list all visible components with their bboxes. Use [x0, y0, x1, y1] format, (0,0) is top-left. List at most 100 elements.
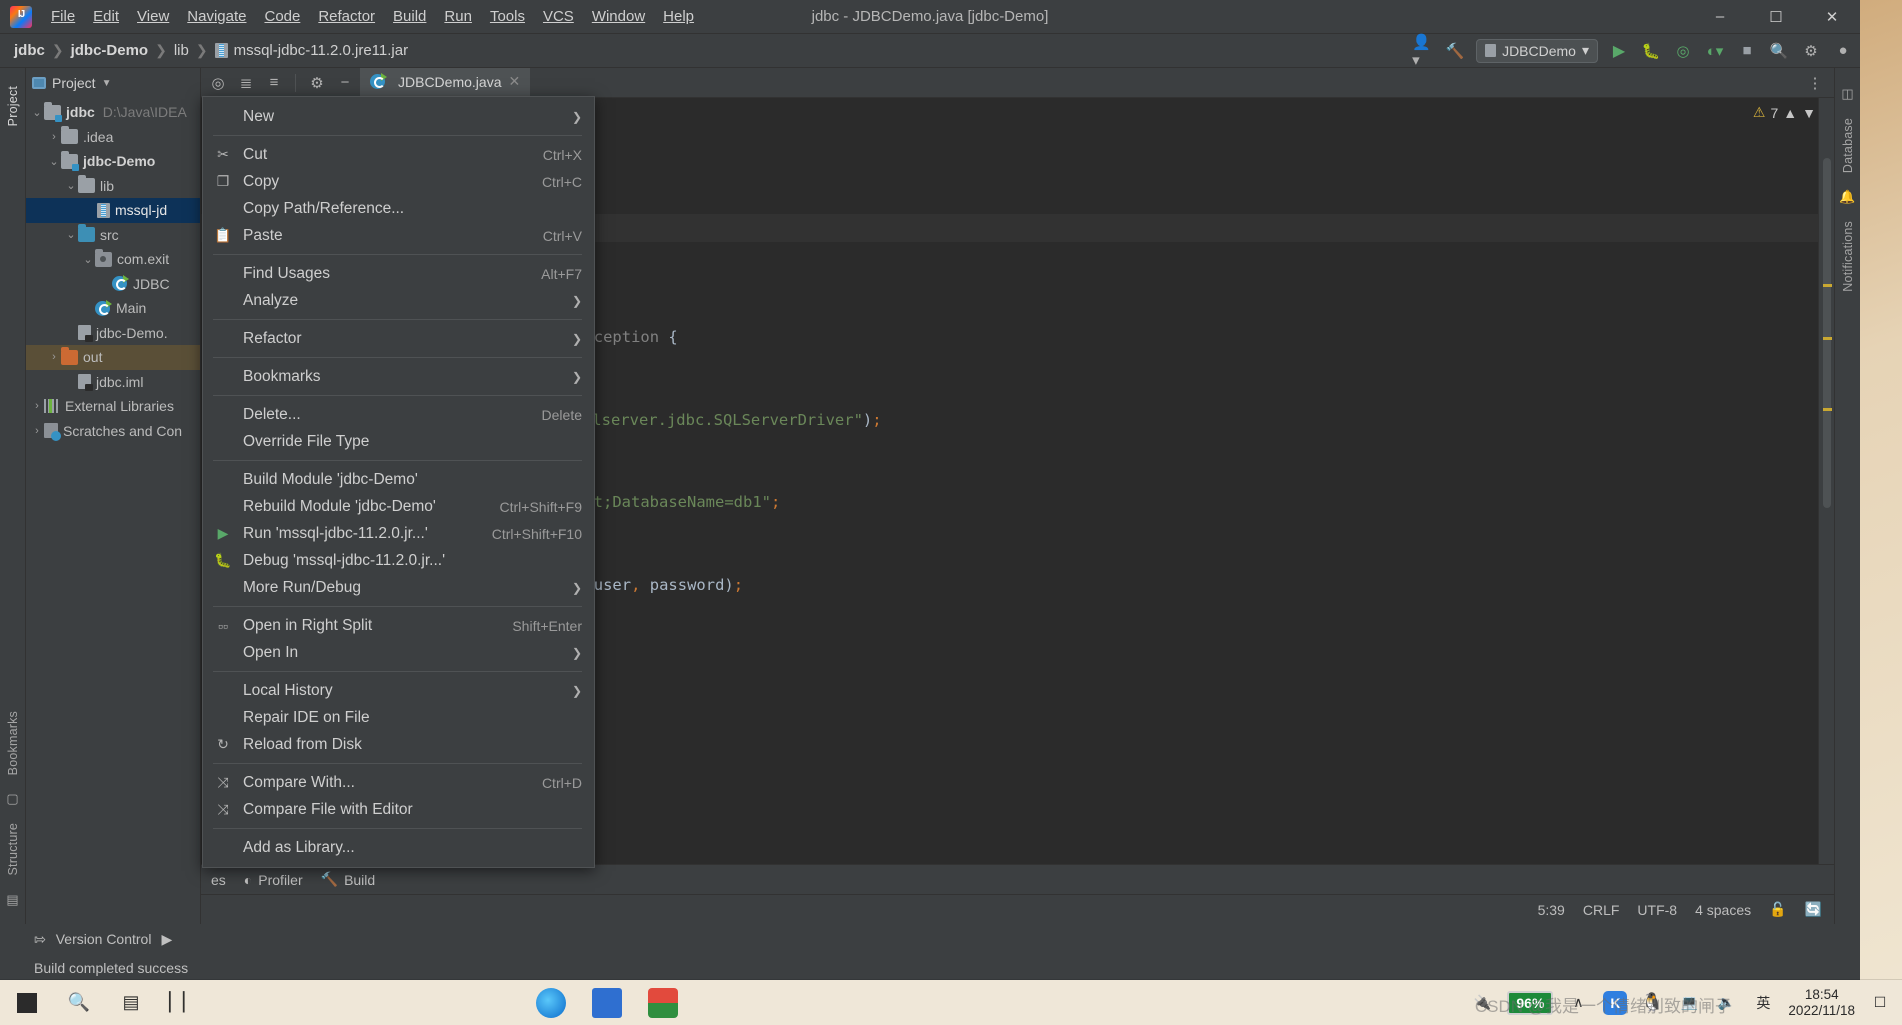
tree-item-external-libraries[interactable]: ›External Libraries [26, 394, 200, 419]
menu-refactor[interactable]: Refactor [309, 4, 384, 29]
notification-icon[interactable]: ☐ [1868, 991, 1892, 1015]
menu-item-repair-ide-on-file[interactable]: Repair IDE on File [203, 704, 594, 731]
collapse-all-icon[interactable]: ≡ [261, 70, 287, 96]
tool-tab-notifications[interactable]: Notifications [1838, 213, 1858, 300]
tree-expand-arrow[interactable]: › [47, 131, 61, 143]
tree-item-lib[interactable]: ⌄lib [26, 174, 200, 199]
warning-mark[interactable] [1823, 284, 1832, 287]
menu-help[interactable]: Help [654, 4, 703, 29]
inspection-gutter[interactable] [1818, 98, 1834, 864]
menu-item-open-in-right-split[interactable]: ▫▫Open in Right SplitShift+Enter [203, 612, 594, 639]
tree-expand-arrow[interactable]: › [30, 425, 44, 437]
more-options-icon[interactable]: ⋮ [1802, 70, 1828, 96]
tree-item-jdbc-demo[interactable]: jdbc-Demo. [26, 321, 200, 346]
tree-expand-arrow[interactable]: › [47, 351, 61, 363]
menu-item-local-history[interactable]: Local History❯ [203, 677, 594, 704]
color-grid-app-icon[interactable] [648, 988, 678, 1018]
project-tree[interactable]: ⌄jdbcD:\Java\IDEA›.idea⌄jdbc-Demo⌄libmss… [26, 98, 200, 924]
lock-icon[interactable]: 🔓 [1769, 901, 1786, 918]
tree-item-src[interactable]: ⌄src [26, 223, 200, 248]
battery-indicator[interactable]: 96% [1507, 991, 1553, 1015]
run-icon[interactable]: ▶ [1608, 40, 1630, 62]
tree-item-scratches-and-con[interactable]: ›Scratches and Con [26, 419, 200, 444]
menu-item-rebuild-module-jdbc-demo[interactable]: Rebuild Module 'jdbc-Demo'Ctrl+Shift+F9 [203, 493, 594, 520]
next-problem-icon[interactable]: ▼ [1802, 105, 1816, 121]
minimize-button[interactable]: – [1692, 0, 1748, 34]
bottom-tab-build[interactable]: 🔨 Build [321, 871, 376, 888]
tool-tab-structure[interactable]: Structure [3, 815, 23, 884]
hammer-build-icon[interactable]: 🔨 [1444, 40, 1466, 62]
menu-item-run-mssql-jdbc-11-2-0-jr[interactable]: ▶Run 'mssql-jdbc-11.2.0.jr...'Ctrl+Shift… [203, 520, 594, 547]
warning-mark[interactable] [1823, 337, 1832, 340]
tree-item-idea[interactable]: ›.idea [26, 125, 200, 150]
menu-item-compare-with[interactable]: ⤨Compare With...Ctrl+D [203, 769, 594, 796]
menu-window[interactable]: Window [583, 4, 654, 29]
power-plug-icon[interactable]: 🔌 [1470, 991, 1494, 1015]
volume-icon[interactable]: 🔈 [1714, 991, 1738, 1015]
penguin-icon[interactable]: 🐧 [1640, 991, 1664, 1015]
tool-tab-database[interactable]: Database [1838, 110, 1858, 181]
search-everywhere-icon[interactable]: 🔍 [1768, 40, 1790, 62]
menu-item-add-as-library[interactable]: Add as Library... [203, 834, 594, 861]
breadcrumb-jar-file[interactable]: mssql-jdbc-11.2.0.jre11.jar [234, 42, 409, 59]
menu-item-build-module-jdbc-demo[interactable]: Build Module 'jdbc-Demo' [203, 466, 594, 493]
file-context-menu[interactable]: New❯✂CutCtrl+X❐CopyCtrl+CCopy Path/Refer… [202, 96, 595, 868]
tree-item-jdbc[interactable]: ⌄jdbcD:\Java\IDEA [26, 100, 200, 125]
menu-item-bookmarks[interactable]: Bookmarks❯ [203, 363, 594, 390]
tree-expand-arrow[interactable]: ⌄ [64, 179, 78, 192]
select-opened-file-icon[interactable]: ◎ [205, 70, 231, 96]
tree-item-jdbc[interactable]: JDBC [26, 272, 200, 297]
menu-item-delete[interactable]: Delete...Delete [203, 401, 594, 428]
settings-gear-icon[interactable]: ⚙ [304, 70, 330, 96]
line-separator[interactable]: CRLF [1583, 902, 1620, 918]
menu-item-paste[interactable]: 📋PasteCtrl+V [203, 222, 594, 249]
blue-app-icon[interactable] [592, 988, 622, 1018]
tree-item-jdbc-demo[interactable]: ⌄jdbc-Demo [26, 149, 200, 174]
menu-item-reload-from-disk[interactable]: ↻Reload from Disk [203, 731, 594, 758]
chevron-up-icon[interactable]: ∧ [1566, 991, 1590, 1015]
tree-expand-arrow[interactable]: ⌄ [47, 155, 61, 168]
menu-item-cut[interactable]: ✂CutCtrl+X [203, 141, 594, 168]
menu-item-refactor[interactable]: Refactor❯ [203, 325, 594, 352]
menu-run[interactable]: Run [435, 4, 481, 29]
menu-item-more-run-debug[interactable]: More Run/Debug❯ [203, 574, 594, 601]
expand-all-icon[interactable]: ≣ [233, 70, 259, 96]
menu-file[interactable]: File [42, 4, 84, 29]
taskbar-clock[interactable]: 18:54 2022/11/18 [1788, 987, 1855, 1019]
tree-item-main[interactable]: Main [26, 296, 200, 321]
tree-expand-arrow[interactable]: ⌄ [64, 228, 78, 241]
version-control-label[interactable]: Version Control [56, 931, 152, 947]
menu-view[interactable]: View [128, 4, 178, 29]
inspection-summary[interactable]: ⚠ 7 ▲ ▼ [1753, 104, 1816, 121]
menu-edit[interactable]: Edit [84, 4, 128, 29]
debug-icon[interactable]: 🐛 [1640, 40, 1662, 62]
windows-start-icon[interactable] [4, 980, 50, 1025]
menu-item-copy[interactable]: ❐CopyCtrl+C [203, 168, 594, 195]
tool-tab-bookmarks[interactable]: Bookmarks [3, 703, 23, 783]
tree-expand-arrow[interactable]: ⌄ [30, 106, 44, 119]
menu-item-compare-file-with-editor[interactable]: ⤨Compare File with Editor [203, 796, 594, 823]
run-configuration-selector[interactable]: JDBCDemo ▾ [1476, 39, 1598, 63]
stop-icon[interactable]: ■ [1736, 40, 1758, 62]
menu-item-find-usages[interactable]: Find UsagesAlt+F7 [203, 260, 594, 287]
prev-problem-icon[interactable]: ▲ [1783, 105, 1797, 121]
profiler-icon[interactable]: ◐▾ [1704, 40, 1726, 62]
bottom-tab-profiler[interactable]: ◐ Profiler [244, 872, 303, 888]
task-view-icon[interactable]: ▤ [108, 980, 154, 1025]
menu-navigate[interactable]: Navigate [178, 4, 255, 29]
menu-tools[interactable]: Tools [481, 4, 534, 29]
ime-indicator[interactable]: 英 [1751, 991, 1775, 1015]
edge-browser-icon[interactable] [536, 988, 566, 1018]
menu-item-open-in[interactable]: Open In❯ [203, 639, 594, 666]
ide-assistant-icon[interactable]: ● [1832, 40, 1854, 62]
run-icon[interactable]: ▶ [161, 931, 172, 948]
breadcrumb-jdbc[interactable]: jdbc [14, 42, 45, 59]
menu-build[interactable]: Build [384, 4, 435, 29]
settings-gear-icon[interactable]: ⚙ [1800, 40, 1822, 62]
wps-icon[interactable]: K [1603, 991, 1627, 1015]
tool-tab-project[interactable]: Project [3, 78, 23, 134]
close-icon[interactable]: ✕ [508, 73, 520, 90]
warning-mark[interactable] [1823, 408, 1832, 411]
tree-expand-arrow[interactable]: ⌄ [81, 253, 95, 266]
maximize-button[interactable]: ☐ [1748, 0, 1804, 34]
